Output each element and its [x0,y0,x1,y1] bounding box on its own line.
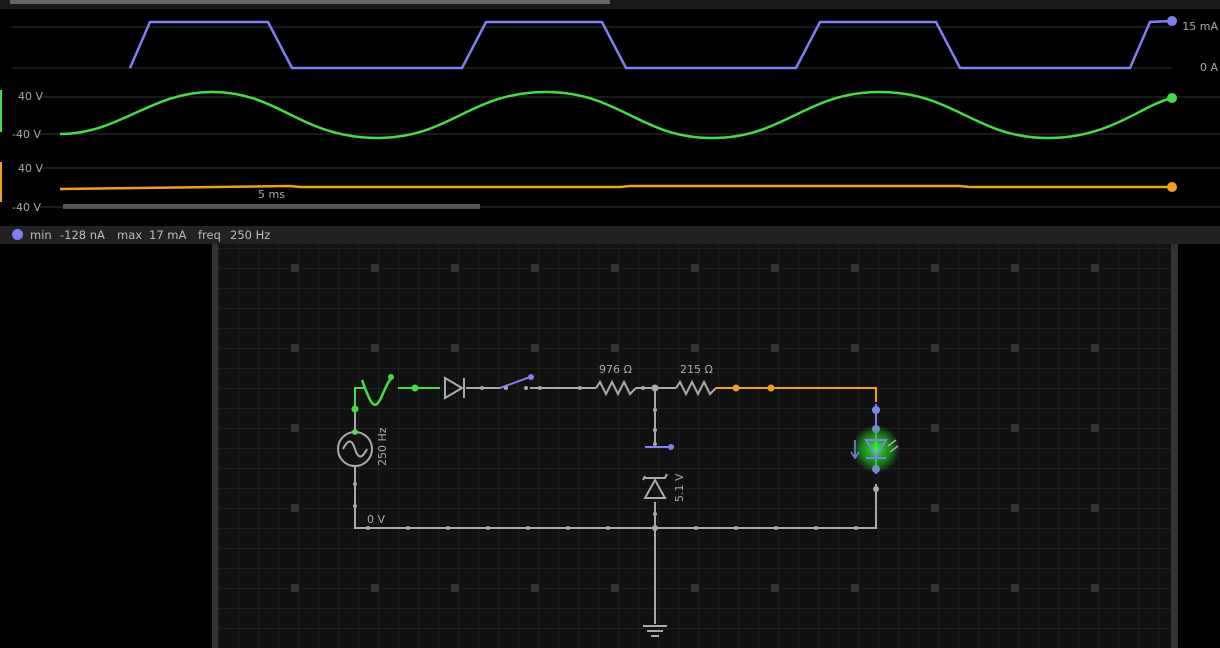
top-scrollbar-thumb[interactable] [10,0,610,4]
max-value: 17 mA [149,228,187,242]
trace-voltage-2-min-label: -40 V [12,201,41,214]
trace-voltage-2-waveform [59,184,1172,191]
scope-info-bar: min -128 nA max 17 mA freq 250 Hz [0,226,1220,244]
zener-label: 5.1 V [673,473,686,502]
resistor-2-label: 215 Ω [680,363,713,376]
min-value: -128 nA [60,228,105,242]
ac-source-label: 250 Hz [376,427,389,466]
trace-current-min-label: 0 A [1200,61,1218,74]
trace-current-endpoint [1167,16,1177,26]
trace-current-max-label: 15 mA [1182,20,1218,33]
canvas-left-edge [212,244,218,648]
time-scrollbar[interactable] [63,204,480,209]
canvas-right-edge [1171,244,1178,648]
trace-color-dot [12,229,23,240]
trace-voltage-2-max-label: 40 V [18,162,43,175]
freq-value: 250 Hz [230,228,271,242]
max-label: max [117,228,143,242]
trace-voltage-1-waveform [59,90,1173,140]
trace-voltage-2-endpoint [1167,182,1177,192]
resistor-1-label: 976 Ω [599,363,632,376]
trace-voltage-1-endpoint [1167,93,1177,103]
freq-label: freq [198,228,221,242]
time-scale-label: 5 ms [258,188,285,201]
circuit-canvas[interactable]: 250 Hz 0 V 976 Ω 215 Ω 5.1 V [0,244,1220,648]
ground-node-label: 0 V [367,513,385,526]
min-label: min [30,228,52,242]
oscilloscope-panel[interactable]: 15 mA 0 A 40 V -40 V 40 V -40 V 5 ms [0,0,1220,226]
trace-voltage-1-max-label: 40 V [18,90,43,103]
trace-voltage-1-min-label: -40 V [12,128,41,141]
trace-current-waveform [128,19,1173,70]
